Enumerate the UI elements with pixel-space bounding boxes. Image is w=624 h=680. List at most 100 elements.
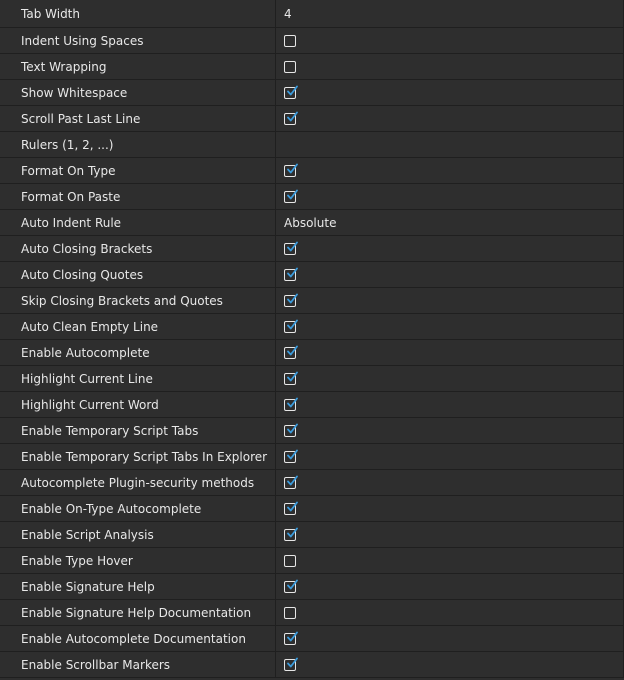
checkbox-checked[interactable] [284, 657, 298, 671]
setting-value-cell[interactable] [276, 340, 624, 365]
checkbox-checked[interactable] [284, 579, 298, 593]
setting-value-cell[interactable]: 4 [276, 0, 624, 27]
checkmark-icon [287, 293, 298, 303]
setting-row: Format On Type [0, 158, 624, 184]
setting-row: Scroll Past Last Line [0, 106, 624, 132]
checkmark-icon [287, 501, 298, 511]
setting-label: Autocomplete Plugin-security methods [0, 470, 276, 495]
setting-value-cell[interactable] [276, 444, 624, 469]
checkbox-checked[interactable] [284, 189, 298, 203]
setting-row: Enable Scrollbar Markers [0, 652, 624, 678]
checkbox-checked[interactable] [284, 631, 298, 645]
checkbox-unchecked[interactable] [284, 34, 296, 47]
setting-value-cell[interactable] [276, 418, 624, 443]
setting-value-cell[interactable] [276, 28, 624, 53]
checkmark-icon [287, 631, 298, 641]
checkbox-unchecked[interactable] [284, 606, 296, 619]
setting-value-cell[interactable] [276, 132, 624, 157]
setting-row: Show Whitespace [0, 80, 624, 106]
checkmark-icon [287, 163, 298, 173]
setting-label: Format On Type [0, 158, 276, 183]
checkmark-icon [287, 475, 298, 485]
checkbox-checked[interactable] [284, 319, 298, 333]
checkbox-checked[interactable] [284, 267, 298, 281]
setting-value-cell[interactable] [276, 184, 624, 209]
setting-label: Enable Signature Help [0, 574, 276, 599]
checkbox-unchecked[interactable] [284, 554, 296, 567]
setting-value-cell[interactable] [276, 106, 624, 131]
setting-row: Autocomplete Plugin-security methods [0, 470, 624, 496]
setting-row: Enable Script Analysis [0, 522, 624, 548]
checkbox-checked[interactable] [284, 163, 298, 177]
setting-label: Enable Type Hover [0, 548, 276, 573]
checkmark-icon [287, 267, 298, 277]
checkbox-checked[interactable] [284, 475, 298, 489]
checkmark-icon [287, 579, 298, 589]
checkbox-checked[interactable] [284, 241, 298, 255]
checkbox-checked[interactable] [284, 293, 298, 307]
setting-row: Enable Signature Help Documentation [0, 600, 624, 626]
setting-value-cell[interactable] [276, 80, 624, 105]
setting-label: Enable Script Analysis [0, 522, 276, 547]
setting-label: Auto Closing Quotes [0, 262, 276, 287]
setting-row: Highlight Current Word [0, 392, 624, 418]
setting-row: Highlight Current Line [0, 366, 624, 392]
setting-value-cell[interactable] [276, 54, 624, 79]
setting-label: Highlight Current Line [0, 366, 276, 391]
checkbox-checked[interactable] [284, 449, 298, 463]
setting-value-cell[interactable] [276, 158, 624, 183]
setting-label: Format On Paste [0, 184, 276, 209]
setting-value-cell[interactable] [276, 262, 624, 287]
setting-row: Enable Autocomplete [0, 340, 624, 366]
setting-value-cell[interactable] [276, 236, 624, 261]
checkmark-icon [287, 319, 298, 329]
setting-value-cell[interactable] [276, 652, 624, 677]
checkbox-checked[interactable] [284, 111, 298, 125]
setting-value-cell[interactable] [276, 522, 624, 547]
setting-row: Indent Using Spaces [0, 28, 624, 54]
checkmark-icon [287, 657, 298, 667]
checkmark-icon [287, 527, 298, 537]
setting-value-cell[interactable] [276, 548, 624, 573]
checkmark-icon [287, 189, 298, 199]
setting-value-text[interactable]: Absolute [284, 216, 336, 230]
setting-value-cell[interactable] [276, 600, 624, 625]
setting-value-cell[interactable] [276, 574, 624, 599]
checkbox-checked[interactable] [284, 345, 298, 359]
checkbox-checked[interactable] [284, 501, 298, 515]
checkbox-checked[interactable] [284, 527, 298, 541]
checkbox-checked[interactable] [284, 423, 298, 437]
setting-value-cell[interactable] [276, 288, 624, 313]
checkbox-checked[interactable] [284, 85, 298, 99]
setting-row: Enable Type Hover [0, 548, 624, 574]
setting-label: Tab Width [0, 0, 276, 27]
setting-row: Enable Signature Help [0, 574, 624, 600]
setting-row: Enable On-Type Autocomplete [0, 496, 624, 522]
checkbox-checked[interactable] [284, 371, 298, 385]
setting-value-cell[interactable] [276, 366, 624, 391]
setting-row: Auto Indent Rule Absolute [0, 210, 624, 236]
setting-label: Scroll Past Last Line [0, 106, 276, 131]
setting-value-cell[interactable] [276, 314, 624, 339]
setting-row: Format On Paste [0, 184, 624, 210]
setting-value-text[interactable]: 4 [284, 7, 292, 21]
setting-label: Auto Closing Brackets [0, 236, 276, 261]
setting-value-cell[interactable]: Absolute [276, 210, 624, 235]
setting-label: Show Whitespace [0, 80, 276, 105]
setting-label: Rulers (1, 2, ...) [0, 132, 276, 157]
setting-value-cell[interactable] [276, 626, 624, 651]
setting-row: Auto Closing Quotes [0, 262, 624, 288]
setting-value-cell[interactable] [276, 392, 624, 417]
setting-value-cell[interactable] [276, 496, 624, 521]
checkbox-checked[interactable] [284, 397, 298, 411]
setting-value-cell[interactable] [276, 470, 624, 495]
checkmark-icon [287, 449, 298, 459]
setting-label: Skip Closing Brackets and Quotes [0, 288, 276, 313]
setting-label: Enable Autocomplete [0, 340, 276, 365]
setting-label: Highlight Current Word [0, 392, 276, 417]
setting-row: Enable Autocomplete Documentation [0, 626, 624, 652]
setting-row: Skip Closing Brackets and Quotes [0, 288, 624, 314]
setting-row: Enable Temporary Script Tabs [0, 418, 624, 444]
checkbox-unchecked[interactable] [284, 60, 296, 73]
setting-row: Rulers (1, 2, ...) [0, 132, 624, 158]
